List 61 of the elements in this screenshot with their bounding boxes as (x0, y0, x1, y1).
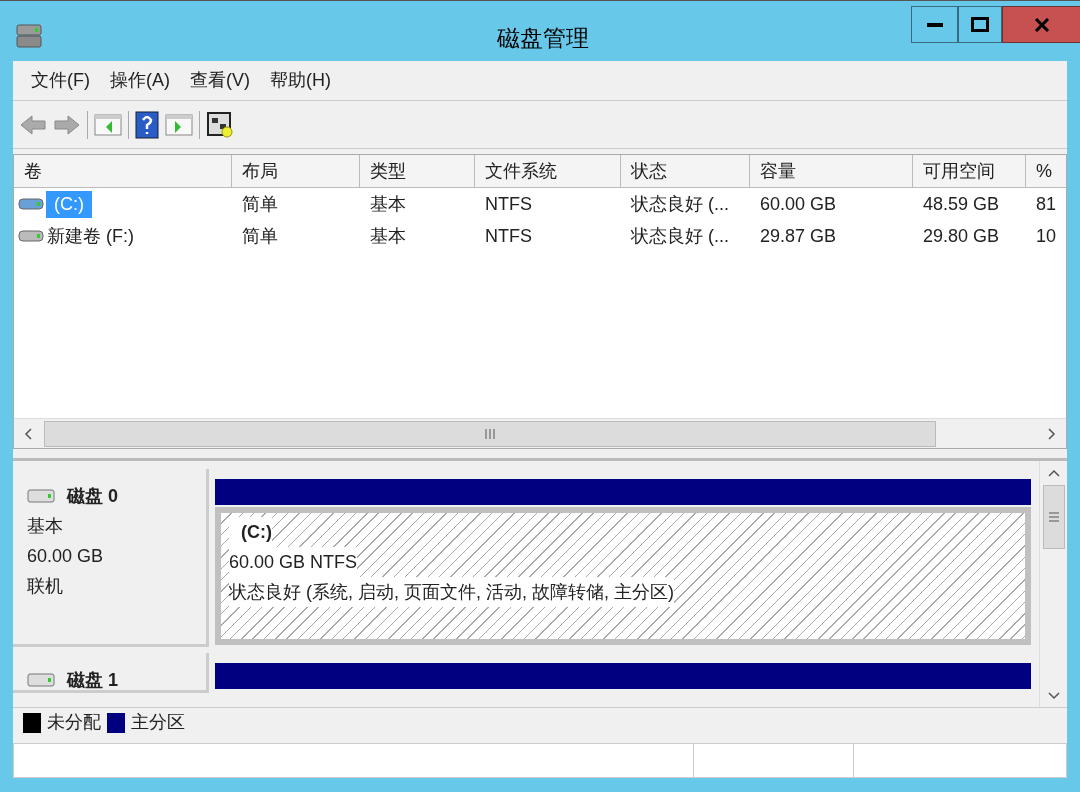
help-icon[interactable] (135, 110, 159, 139)
column-header[interactable]: 文件系统 (475, 155, 621, 188)
disk-name: 磁盘 1 (67, 669, 118, 692)
partition-size: 60.00 GB NTFS (229, 547, 358, 577)
menu-item[interactable]: 查看(V) (182, 67, 258, 94)
column-header[interactable]: 布局 (232, 155, 360, 188)
legend-label: 主分区 (131, 711, 185, 734)
column-header[interactable]: 卷 (14, 155, 232, 188)
menu-item[interactable]: 文件(F) (23, 67, 98, 94)
table-cell-text: 基本 (369, 192, 407, 216)
horizontal-scrollbar[interactable] (14, 418, 1066, 448)
table-cell-text: 60.00 GB (759, 192, 838, 216)
column-header[interactable]: % (1026, 155, 1066, 188)
disk-drive-icon (27, 489, 55, 503)
panel-left-icon[interactable] (94, 112, 122, 137)
legend-label: 未分配 (47, 711, 101, 734)
volume-name[interactable]: 新建卷 (F:) (46, 222, 135, 250)
table-cell-text: 简单 (241, 224, 279, 248)
disk-info-panel[interactable]: 磁盘 0 基本 60.00 GB 联机 (13, 469, 209, 647)
table-cell-text: 81 (1035, 192, 1058, 216)
table-cell-text: NTFS (484, 224, 533, 248)
volume-icon (18, 197, 46, 211)
table-cell-text: 29.87 GB (759, 224, 838, 248)
minimize-button[interactable] (911, 6, 958, 43)
back-arrow-icon[interactable] (19, 112, 47, 137)
disk-status: 联机 (27, 575, 64, 598)
volume-icon (18, 229, 46, 243)
maximize-icon (971, 17, 989, 32)
disk-name: 磁盘 0 (67, 485, 118, 508)
partition-status: 状态良好 (系统, 启动, 页面文件, 活动, 故障转储, 主分区) (229, 577, 674, 607)
column-header[interactable]: 状态 (621, 155, 750, 188)
vertical-scrollbar[interactable] (1039, 461, 1067, 707)
grip-icon (485, 428, 495, 439)
disk-drive-icon (27, 673, 55, 687)
maximize-button[interactable] (958, 6, 1002, 43)
partition-block[interactable]: (C:) 60.00 GB NTFS 状态良好 (系统, 启动, 页面文件, 活动, 故障转储, 主分区) (215, 507, 1031, 645)
table-cell-text: 状态良好 (... (630, 224, 730, 248)
column-header[interactable]: 类型 (360, 155, 475, 188)
close-button[interactable] (1002, 6, 1080, 43)
disk-drive-icon (15, 22, 43, 50)
forward-arrow-icon[interactable] (53, 112, 81, 137)
panel-right-icon[interactable] (165, 112, 193, 137)
table-cell-text: 48.59 GB (922, 192, 1001, 216)
window-title: 磁盘管理 (496, 24, 590, 53)
table-cell-text: NTFS (484, 192, 533, 216)
table-cell-text: 状态良好 (... (630, 192, 730, 216)
column-header[interactable]: 容量 (750, 155, 913, 188)
table-cell-text: 29.80 GB (922, 224, 1001, 248)
table-cell-text: 10 (1035, 224, 1058, 248)
grip-icon (1048, 512, 1059, 522)
disk-info-panel[interactable]: 磁盘 1 (13, 653, 209, 693)
column-header[interactable]: 可用空间 (913, 155, 1026, 188)
close-icon (1033, 17, 1050, 32)
menu-item[interactable]: 操作(A) (102, 67, 178, 94)
disk-size: 60.00 GB (27, 545, 105, 568)
table-cell-text: 基本 (369, 224, 407, 248)
table-cell-text: 简单 (241, 192, 279, 216)
menu-item[interactable]: 帮助(H) (262, 67, 339, 94)
disk-type: 基本 (27, 515, 64, 538)
partition-label: (C:) (229, 517, 272, 547)
minimize-icon (926, 22, 943, 27)
